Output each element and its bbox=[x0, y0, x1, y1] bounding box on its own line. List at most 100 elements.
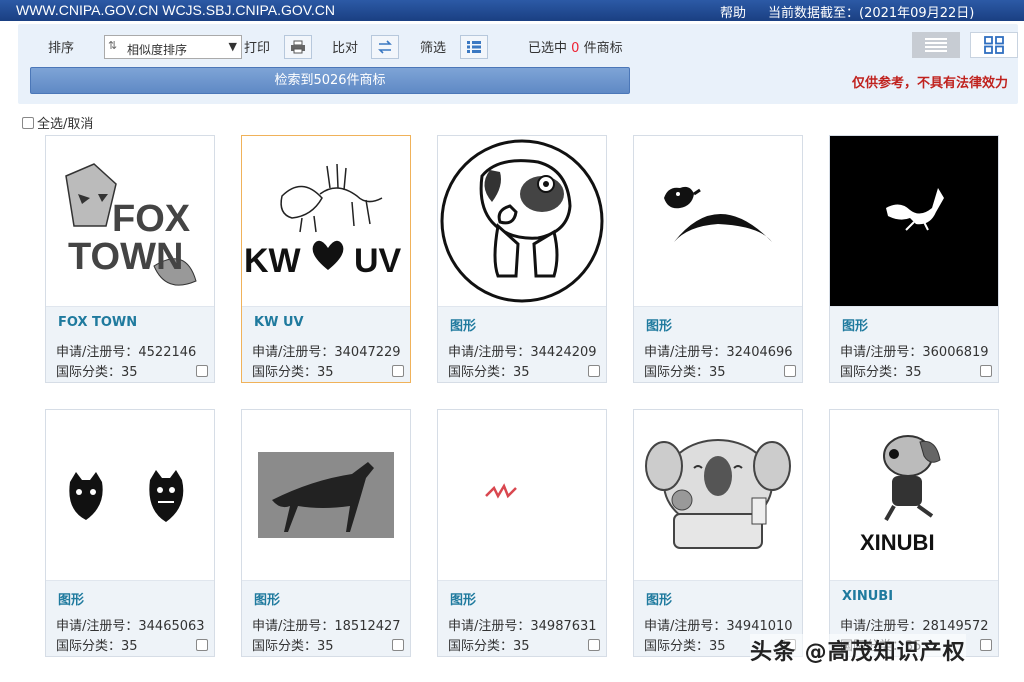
trademark-name[interactable]: FOX TOWN bbox=[58, 315, 137, 330]
card-info: 图形 申请/注册号：34424209 国际分类：35 bbox=[438, 306, 606, 382]
registration-number: 申请/注册号：4522146 bbox=[56, 345, 197, 360]
sort-value: 相似度排序 bbox=[127, 43, 188, 57]
trademark-image bbox=[634, 410, 802, 580]
card-info: 图形 申请/注册号：18512427 国际分类：35 bbox=[242, 580, 410, 656]
chevron-down-icon: ▼ bbox=[228, 40, 237, 53]
sort-label: 排序 bbox=[48, 41, 75, 56]
selected-count: 已选中 0 件商标 bbox=[528, 37, 623, 56]
result-count-bar: 检索到5026件商标 bbox=[30, 67, 630, 94]
trademark-image bbox=[242, 410, 410, 580]
top-bar: WWW.CNIPA.GOV.CN WCJS.SBJ.CNIPA.GOV.CN 帮… bbox=[0, 0, 1024, 21]
class-number: 国际分类：35 bbox=[840, 365, 922, 380]
watermark: 头条 @高茂知识产权 bbox=[750, 634, 966, 666]
sort-select[interactable]: ⇅ 相似度排序 ▼ bbox=[104, 35, 242, 59]
filter-label: 筛选 bbox=[420, 41, 447, 56]
select-all-checkbox[interactable] bbox=[22, 116, 34, 129]
card-info: 图形 申请/注册号：36006819 国际分类：35 bbox=[830, 306, 998, 382]
trademark-name[interactable]: 图形 bbox=[254, 589, 280, 608]
card-info: KW UV 申请/注册号：34047229 国际分类：35 bbox=[242, 306, 410, 382]
trademark-name[interactable]: 图形 bbox=[646, 589, 672, 608]
card-checkbox[interactable] bbox=[392, 365, 404, 377]
trademark-image bbox=[830, 136, 998, 306]
selected-suffix: 件商标 bbox=[583, 41, 623, 56]
printer-icon bbox=[291, 40, 305, 54]
registration-number: 申请/注册号：34047229 bbox=[252, 345, 401, 360]
class-number: 国际分类：35 bbox=[644, 639, 726, 654]
card-checkbox[interactable] bbox=[784, 365, 796, 377]
trademark-image bbox=[634, 136, 802, 306]
trademark-image: XINUBI bbox=[830, 410, 998, 580]
class-number: 国际分类：35 bbox=[252, 639, 334, 654]
data-date: 当前数据截至：(2021年09月22日) bbox=[768, 6, 975, 21]
site-url: WWW.CNIPA.GOV.CN WCJS.SBJ.CNIPA.GOV.CN bbox=[16, 2, 335, 18]
compare-button[interactable] bbox=[371, 35, 399, 59]
print-button[interactable] bbox=[284, 35, 312, 59]
trademark-card[interactable]: 图形 申请/注册号：34424209 国际分类：35 bbox=[437, 135, 607, 383]
class-number: 国际分类：35 bbox=[644, 365, 726, 380]
help-link[interactable]: 帮助 bbox=[720, 2, 746, 21]
list-icon bbox=[467, 41, 481, 53]
trademark-name[interactable]: 图形 bbox=[450, 315, 476, 334]
selected-number: 0 bbox=[571, 41, 580, 56]
trademark-card[interactable]: 图形 申请/注册号：18512427 国际分类：35 bbox=[241, 409, 411, 657]
class-number: 国际分类：35 bbox=[252, 365, 334, 380]
disclaimer: 仅供参考，不具有法律效力 bbox=[851, 76, 1008, 91]
xinubi-text: XINUBI bbox=[860, 530, 935, 555]
trademark-card[interactable]: KW UV KW UV 申请/注册号：34047229 国际分类：35 bbox=[241, 135, 411, 383]
trademark-card[interactable]: 图形 申请/注册号：32404696 国际分类：35 bbox=[633, 135, 803, 383]
list-view-button[interactable] bbox=[912, 32, 960, 58]
fox-text: FOX bbox=[112, 198, 191, 240]
list-view-icon bbox=[925, 38, 947, 52]
trademark-image bbox=[438, 136, 606, 306]
card-checkbox[interactable] bbox=[196, 639, 208, 651]
trademark-name[interactable]: KW UV bbox=[254, 315, 304, 330]
grid-view-icon bbox=[984, 36, 1004, 54]
kw-text: KW bbox=[244, 242, 302, 280]
select-all[interactable]: 全选/取消 bbox=[22, 113, 93, 132]
card-info: 图形 申请/注册号：32404696 国际分类：35 bbox=[634, 306, 802, 382]
print-label: 打印 bbox=[244, 41, 271, 56]
trademark-name[interactable]: 图形 bbox=[646, 315, 672, 334]
swap-icon bbox=[378, 40, 392, 54]
class-number: 国际分类：35 bbox=[448, 639, 530, 654]
card-info: 图形 申请/注册号：34987631 国际分类：35 bbox=[438, 580, 606, 656]
trademark-name[interactable]: 图形 bbox=[58, 589, 84, 608]
registration-number: 申请/注册号：34465063 bbox=[56, 619, 205, 634]
registration-number: 申请/注册号：32404696 bbox=[644, 345, 793, 360]
trademark-card[interactable]: FOX TOWN FOX TOWN 申请/注册号：4522146 国际分类：35 bbox=[45, 135, 215, 383]
trademark-name[interactable]: 图形 bbox=[842, 315, 868, 334]
grid-view-button[interactable] bbox=[970, 32, 1018, 58]
trademark-card[interactable]: 图形 申请/注册号：34465063 国际分类：35 bbox=[45, 409, 215, 657]
trademark-name[interactable]: XINUBI bbox=[842, 589, 893, 604]
registration-number: 申请/注册号：34987631 bbox=[448, 619, 597, 634]
trademark-image: KW UV bbox=[242, 136, 410, 306]
registration-number: 申请/注册号：34941010 bbox=[644, 619, 793, 634]
select-all-label: 全选/取消 bbox=[37, 117, 94, 132]
class-number: 国际分类：35 bbox=[56, 365, 138, 380]
card-checkbox[interactable] bbox=[588, 365, 600, 377]
compare-label: 比对 bbox=[332, 41, 359, 56]
registration-number: 申请/注册号：34424209 bbox=[448, 345, 597, 360]
card-info: 图形 申请/注册号：34465063 国际分类：35 bbox=[46, 580, 214, 656]
trademark-card[interactable]: XINUBI XINUBI 申请/注册号：28149572 国际分类：35 bbox=[829, 409, 999, 657]
trademark-card[interactable]: 图形 申请/注册号：34941010 国际分类：35 bbox=[633, 409, 803, 657]
registration-number: 申请/注册号：28149572 bbox=[840, 619, 989, 634]
filter-button[interactable] bbox=[460, 35, 488, 59]
trademark-card[interactable]: 图形 申请/注册号：34987631 国际分类：35 bbox=[437, 409, 607, 657]
trademark-image: FOX TOWN bbox=[46, 136, 214, 306]
card-checkbox[interactable] bbox=[980, 639, 992, 651]
registration-number: 申请/注册号：18512427 bbox=[252, 619, 401, 634]
card-checkbox[interactable] bbox=[980, 365, 992, 377]
class-number: 国际分类：35 bbox=[448, 365, 530, 380]
selected-prefix: 已选中 bbox=[528, 41, 568, 56]
card-checkbox[interactable] bbox=[196, 365, 208, 377]
trademark-card[interactable]: 图形 申请/注册号：36006819 国际分类：35 bbox=[829, 135, 999, 383]
card-checkbox[interactable] bbox=[392, 639, 404, 651]
card-info: FOX TOWN 申请/注册号：4522146 国际分类：35 bbox=[46, 306, 214, 382]
uv-text: UV bbox=[354, 242, 402, 280]
sort-icon: ⇅ bbox=[108, 39, 118, 52]
trademark-name[interactable]: 图形 bbox=[450, 589, 476, 608]
registration-number: 申请/注册号：36006819 bbox=[840, 345, 989, 360]
town-text: TOWN bbox=[68, 236, 183, 278]
card-checkbox[interactable] bbox=[588, 639, 600, 651]
